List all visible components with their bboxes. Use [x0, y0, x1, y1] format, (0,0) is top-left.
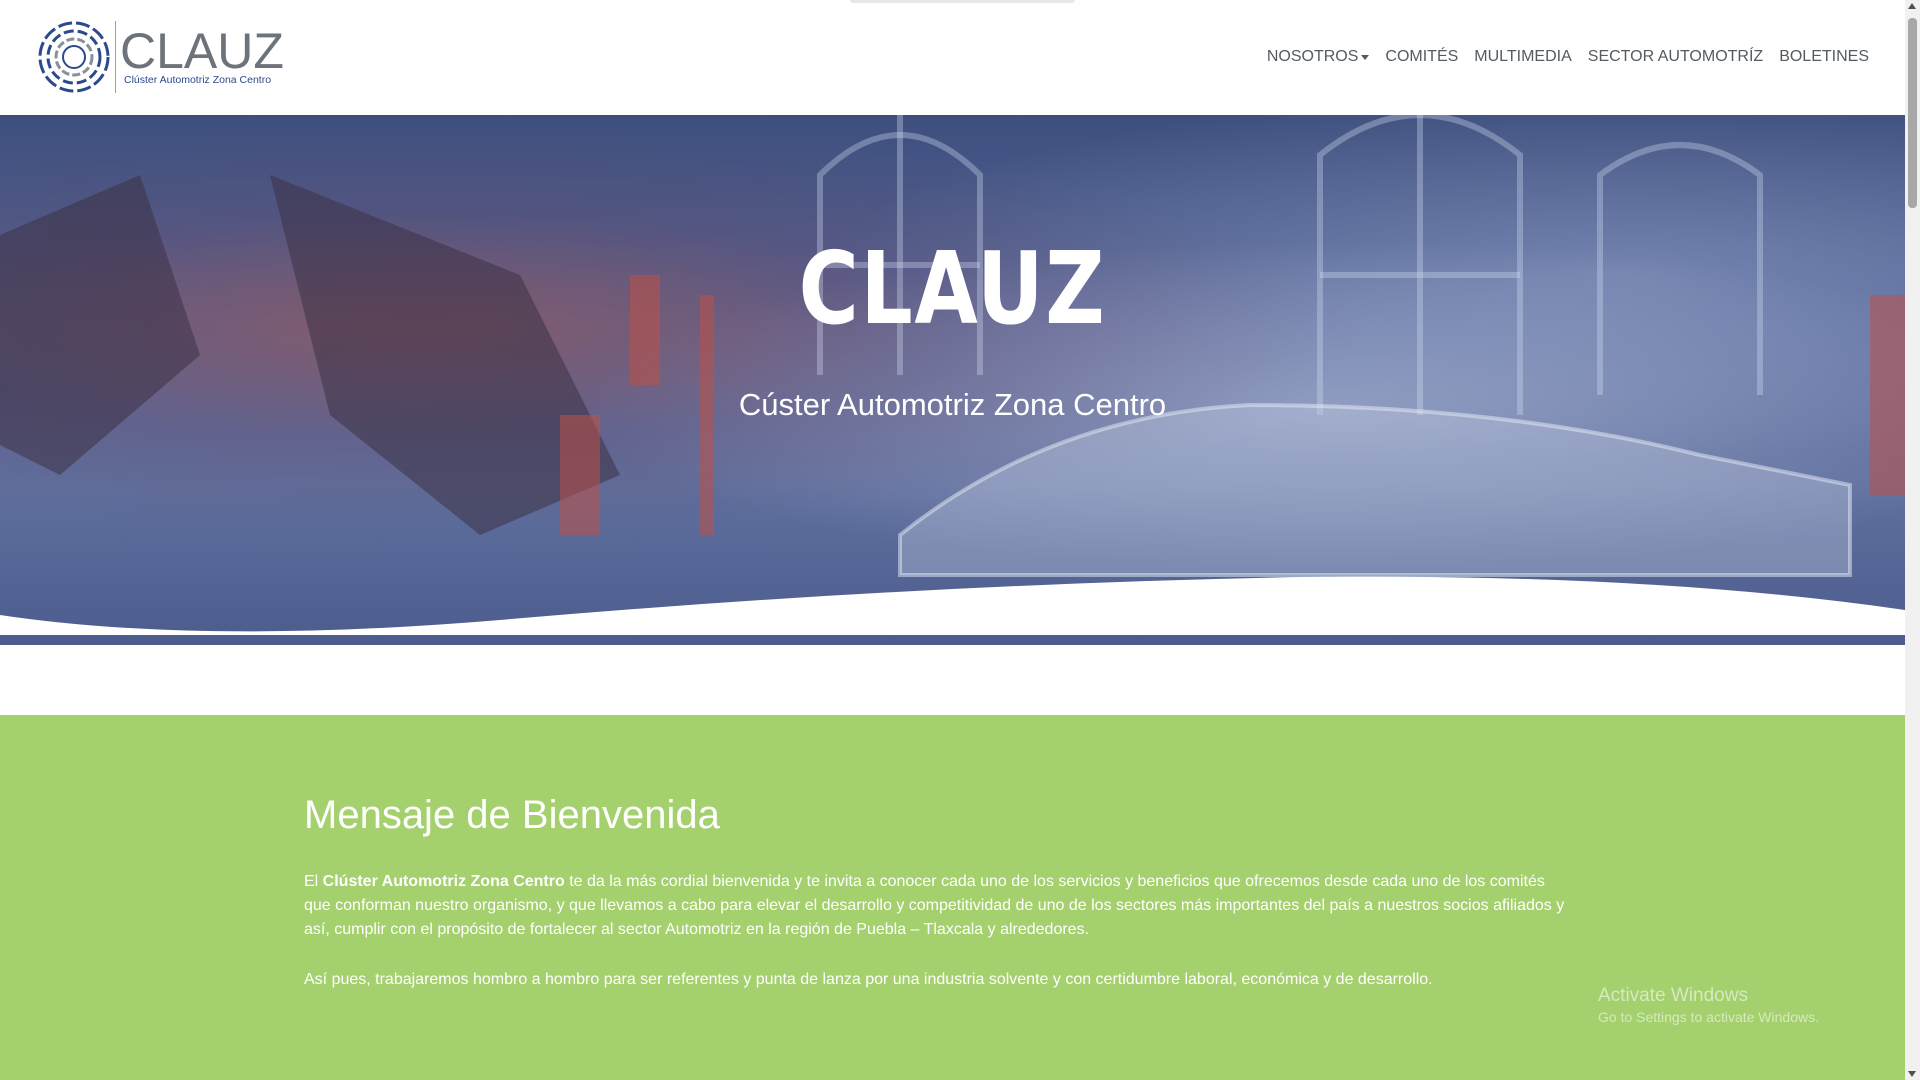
- main-nav: NOSOTROS COMITÉS MULTIMEDIA SECTOR AUTOM…: [1259, 48, 1877, 66]
- hero-title: CLAUZ: [798, 230, 1107, 347]
- site-header: CLAUZ Clúster Automotriz Zona Centro NOS…: [0, 0, 1905, 115]
- logo-divider: [115, 21, 116, 93]
- welcome-paragraph-2: Así pues, trabajaremos hombro a hombro p…: [304, 971, 1433, 988]
- logo-subtitle: Clúster Automotriz Zona Centro: [124, 74, 272, 86]
- factory-background-image: [0, 115, 1905, 577]
- scroll-down-arrow-icon[interactable]: [1908, 1071, 1916, 1077]
- welcome-section: Mensaje de Bienvenida El Clúster Automot…: [0, 715, 1905, 1080]
- nav-sector-automotriz[interactable]: SECTOR AUTOMOTRÍZ: [1580, 48, 1771, 66]
- welcome-p1-bold: Clúster Automotriz Zona Centro: [322, 873, 565, 890]
- nav-nosotros[interactable]: NOSOTROS: [1259, 48, 1378, 66]
- clauz-logo-icon: [38, 21, 110, 93]
- logo-text: CLAUZ Clúster Automotriz Zona Centro: [120, 23, 284, 86]
- nav-nosotros-label: NOSOTROS: [1266, 48, 1359, 65]
- welcome-paragraph-1: El Clúster Automotriz Zona Centro te da …: [304, 870, 1574, 942]
- logo-word: CLAUZ: [120, 23, 284, 79]
- scroll-up-arrow-icon[interactable]: [1908, 3, 1916, 9]
- hero-subtitle: Cúster Automotriz Zona Centro: [738, 387, 1167, 422]
- caret-down-icon: [1361, 54, 1370, 60]
- nav-comites[interactable]: COMITÉS: [1377, 48, 1466, 66]
- site-logo[interactable]: CLAUZ Clúster Automotriz Zona Centro: [37, 20, 284, 94]
- welcome-p1-prefix: El: [304, 873, 323, 890]
- welcome-title: Mensaje de Bienvenida: [304, 793, 720, 837]
- header-top-tab: [850, 0, 1075, 3]
- scroll-thumb[interactable]: [1908, 18, 1917, 208]
- page-scrollbar[interactable]: [1905, 0, 1920, 1080]
- nav-multimedia[interactable]: MULTIMEDIA: [1466, 48, 1579, 66]
- activate-windows-title: Activate Windows: [1598, 985, 1748, 1006]
- wave-divider: [0, 576, 1905, 635]
- hero-banner: CLAUZ Cúster Automotriz Zona Centro: [0, 115, 1905, 645]
- activate-windows-watermark: Activate Windows Go to Settings to activ…: [1598, 985, 1819, 1025]
- nav-boletines[interactable]: BOLETINES: [1771, 48, 1877, 66]
- activate-windows-subtitle: Go to Settings to activate Windows.: [1598, 1009, 1819, 1025]
